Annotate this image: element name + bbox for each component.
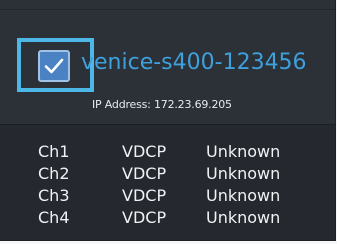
device-card: venice-s400-123456 IP Address: 172.23.69…	[0, 0, 336, 241]
channel-name: Ch1	[38, 142, 70, 161]
channel-status: Unknown	[206, 164, 281, 183]
channel-status: Unknown	[206, 186, 281, 205]
channel-name: Ch3	[38, 186, 70, 205]
channel-protocol: VDCP	[122, 208, 167, 227]
device-card-header: venice-s400-123456 IP Address: 172.23.69…	[0, 0, 335, 124]
device-select-checkbox[interactable]	[38, 50, 70, 82]
channel-name: Ch4	[38, 208, 70, 227]
device-name[interactable]: venice-s400-123456	[81, 47, 307, 79]
channel-status: Unknown	[206, 208, 281, 227]
checkmark-icon	[44, 58, 64, 74]
channel-protocol: VDCP	[122, 186, 167, 205]
channel-status: Unknown	[206, 142, 281, 161]
header-divider	[0, 9, 335, 10]
section-divider	[0, 124, 335, 125]
ip-address-label: IP Address: 172.23.69.205	[92, 98, 232, 111]
channel-name: Ch2	[38, 164, 70, 183]
channel-protocol: VDCP	[122, 142, 167, 161]
channel-protocol: VDCP	[122, 164, 167, 183]
